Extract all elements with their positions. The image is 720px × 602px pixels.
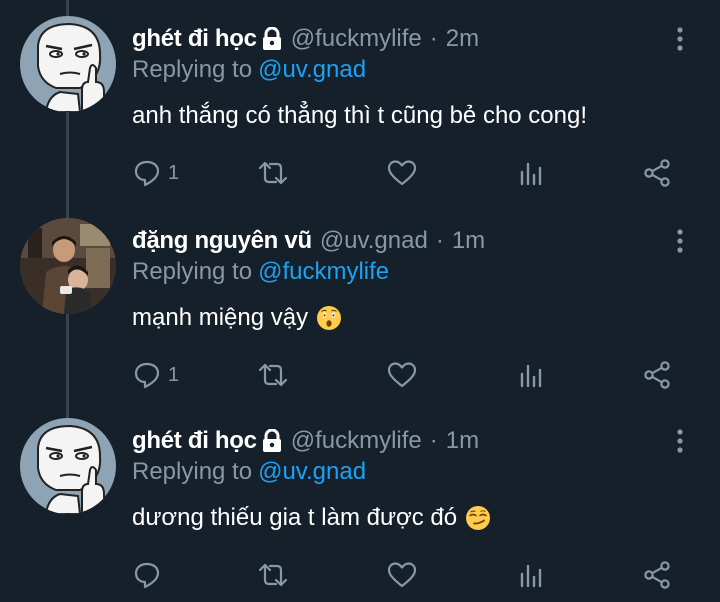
mention-link[interactable]: @uv.gnad	[258, 458, 366, 485]
user-handle[interactable]: @uv.gnad	[320, 227, 428, 255]
tweet[interactable]: ghét đi học @fuckmylife · 1m Replying to…	[0, 402, 720, 602]
heart-icon	[387, 362, 417, 388]
meme-face-avatar	[20, 16, 116, 112]
avatar[interactable]	[20, 218, 116, 314]
user-handle[interactable]: @fuckmylife	[291, 427, 422, 455]
replying-to: Replying to @fuckmylife	[132, 258, 389, 286]
more-options-icon[interactable]	[670, 226, 690, 256]
timestamp[interactable]: 1m	[452, 227, 485, 255]
mention-link[interactable]: @fuckmylife	[258, 258, 389, 285]
heart-icon	[387, 160, 417, 186]
replying-to-label: Replying to	[132, 258, 253, 285]
timestamp[interactable]: 1m	[446, 427, 479, 455]
replying-to: Replying to @uv.gnad	[132, 56, 366, 84]
share-icon	[644, 159, 670, 187]
tweet-header: ghét đi học @fuckmylife · 1m	[132, 424, 479, 458]
heart-icon	[387, 562, 417, 588]
avatar[interactable]	[20, 16, 116, 112]
display-name[interactable]: đặng nguyên vũ	[132, 227, 312, 255]
photo-avatar	[20, 218, 116, 314]
display-name[interactable]: ghét đi học	[132, 427, 257, 455]
analytics-icon	[520, 162, 542, 186]
like-button[interactable]	[386, 156, 418, 190]
share-icon	[644, 361, 670, 389]
share-button[interactable]	[642, 558, 672, 592]
display-name[interactable]: ghét đi học	[132, 25, 257, 53]
retweet-button[interactable]	[256, 558, 290, 592]
separator-dot: ·	[435, 227, 444, 254]
analytics-button[interactable]	[516, 358, 546, 392]
share-button[interactable]	[642, 358, 672, 392]
tweet[interactable]: ghét đi học @fuckmylife · 2m Replying to…	[0, 0, 720, 200]
user-handle[interactable]: @fuckmylife	[291, 25, 422, 53]
replying-to-label: Replying to	[132, 56, 253, 83]
reply-icon	[134, 362, 160, 389]
retweet-button[interactable]	[256, 358, 290, 392]
reply-button[interactable]	[132, 558, 168, 592]
reply-count: 1	[168, 161, 180, 184]
tweet-text: mạnh miệng vậy	[132, 304, 342, 332]
action-bar	[132, 558, 692, 592]
tweet-header: ghét đi học @fuckmylife · 2m	[132, 22, 479, 56]
astonished-face-icon	[316, 305, 342, 331]
separator-dot: ·	[429, 25, 438, 52]
action-bar: 1	[132, 156, 692, 190]
reply-icon	[134, 562, 160, 589]
tweet-text: dương thiếu gia t làm được đó	[132, 504, 491, 532]
tweet-text-content: mạnh miệng vậy	[132, 304, 309, 331]
tweet-text-content: dương thiếu gia t làm được đó	[132, 504, 458, 531]
separator-dot: ·	[429, 427, 438, 454]
analytics-icon	[520, 364, 542, 388]
tweet-text: anh thắng có thẳng thì t cũng bẻ cho con…	[132, 102, 587, 130]
analytics-button[interactable]	[516, 156, 546, 190]
tweet[interactable]: đặng nguyên vũ @uv.gnad · 1m Replying to…	[0, 202, 720, 402]
tweet-header: đặng nguyên vũ @uv.gnad · 1m	[132, 224, 485, 258]
reply-button[interactable]: 1	[132, 156, 179, 190]
lock-icon	[261, 26, 283, 51]
share-button[interactable]	[642, 156, 672, 190]
retweet-icon	[258, 563, 288, 587]
mention-link[interactable]: @uv.gnad	[258, 56, 366, 83]
share-icon	[644, 561, 670, 589]
lock-icon	[261, 428, 283, 453]
reply-button[interactable]: 1	[132, 358, 179, 392]
analytics-button[interactable]	[516, 558, 546, 592]
more-options-icon[interactable]	[670, 426, 690, 456]
retweet-button[interactable]	[256, 156, 290, 190]
reply-icon	[134, 160, 160, 187]
reply-count: 1	[168, 363, 180, 386]
replying-to-label: Replying to	[132, 458, 253, 485]
analytics-icon	[520, 564, 542, 588]
like-button[interactable]	[386, 358, 418, 392]
smirking-face-icon	[465, 505, 491, 531]
avatar[interactable]	[20, 418, 116, 514]
action-bar: 1	[132, 358, 692, 392]
more-options-icon[interactable]	[670, 24, 690, 54]
retweet-icon	[258, 363, 288, 387]
replying-to: Replying to @uv.gnad	[132, 458, 366, 486]
like-button[interactable]	[386, 558, 418, 592]
tweet-text-content: anh thắng có thẳng thì t cũng bẻ cho con…	[132, 102, 588, 129]
meme-face-avatar	[20, 418, 116, 514]
retweet-icon	[258, 161, 288, 185]
timestamp[interactable]: 2m	[446, 25, 479, 53]
